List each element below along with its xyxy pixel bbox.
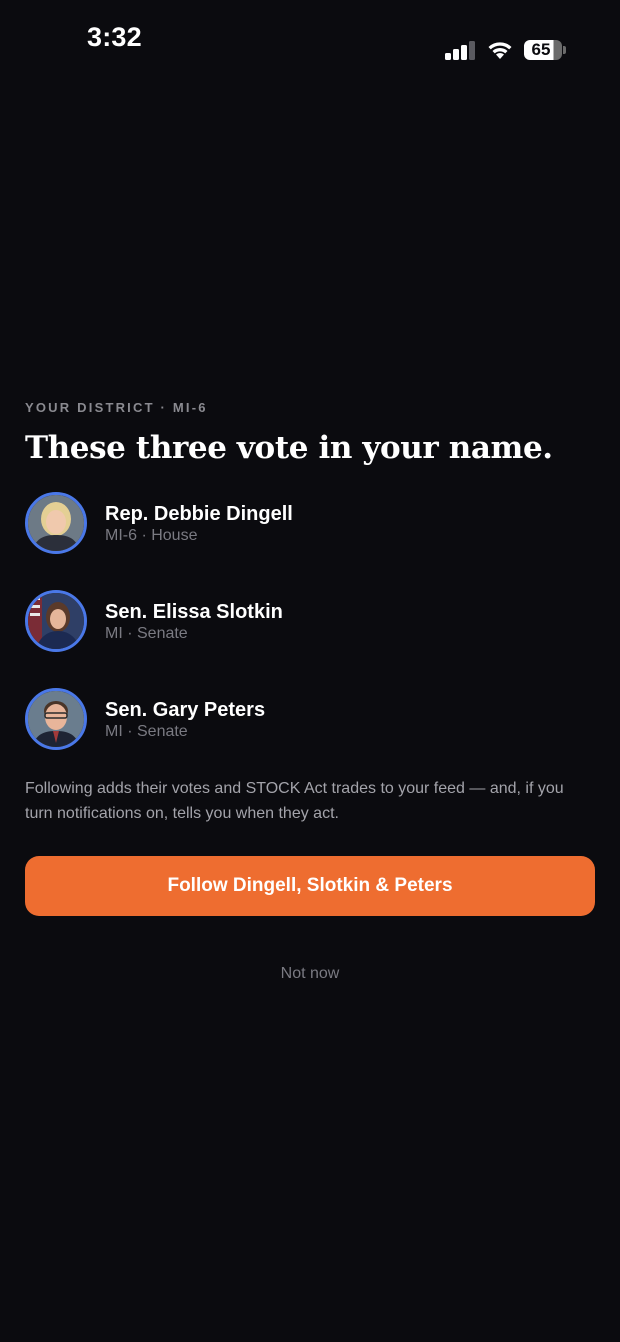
portrait-photo-icon — [28, 593, 84, 649]
page-title: These three vote in your name. — [25, 430, 553, 466]
representative-row-slotkin: Sen. Elissa Slotkin MI · Senate — [25, 590, 595, 654]
district-eyebrow: YOUR DISTRICT · MI-6 — [25, 400, 208, 415]
avatar-dingell — [25, 492, 87, 554]
cellular-signal-icon — [444, 40, 476, 60]
battery-nub — [563, 46, 566, 54]
portrait-photo-icon — [28, 495, 84, 551]
battery-icon: 65 — [524, 39, 566, 61]
not-now-button[interactable]: Not now — [25, 964, 595, 984]
follow-representatives-button[interactable]: Follow Dingell, Slotkin & Peters — [25, 856, 595, 916]
representative-district: MI · Senate — [105, 723, 188, 740]
representative-name: Rep. Debbie Dingell — [105, 503, 293, 525]
representative-district: MI-6 · House — [105, 527, 198, 544]
status-bar: 3:32 65 — [0, 0, 620, 80]
representative-row-peters: Sen. Gary Peters MI · Senate — [25, 688, 595, 752]
representative-district: MI · Senate — [105, 625, 188, 642]
wifi-icon — [486, 40, 514, 60]
district-onboarding: YOUR DISTRICT · MI-6 These three vote in… — [25, 400, 595, 982]
avatar-slotkin — [25, 590, 87, 652]
portrait-photo-icon — [28, 691, 84, 747]
status-icons: 65 — [444, 36, 566, 64]
representative-name: Sen. Gary Peters — [105, 699, 266, 721]
avatar-peters — [25, 688, 87, 750]
status-time: 3:32 — [87, 22, 142, 52]
follow-description: Following adds their votes and STOCK Act… — [25, 780, 564, 822]
battery-level: 65 — [524, 40, 562, 60]
representative-name: Sen. Elissa Slotkin — [105, 601, 283, 623]
representative-row-dingell: Rep. Debbie Dingell MI-6 · House — [25, 492, 595, 556]
